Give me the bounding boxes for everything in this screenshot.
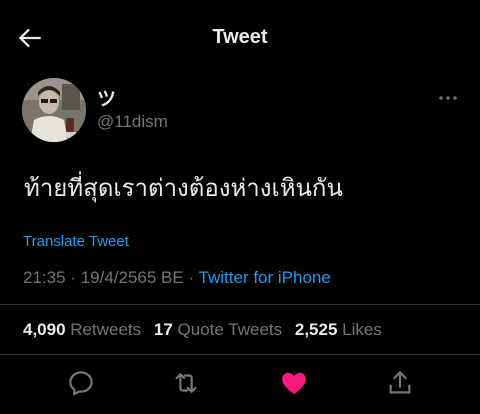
quote-tweets-stat[interactable]: 17 Quote Tweets [154,320,282,339]
share-icon [389,371,411,394]
divider [0,304,480,305]
more-dots-icon [439,96,457,100]
tweet-text: ท้ายที่สุดเราต่างต้องห่างเหินกัน [24,174,343,202]
display-name[interactable]: ツ [97,84,116,111]
meta-separator: · [70,268,76,287]
meta-separator: · [188,268,195,287]
divider [0,354,480,355]
tweet-detail-page: Tweet ツ @11dism ท้ายที่สุดเราต่างต้องห่า… [0,0,480,414]
like-button[interactable] [279,368,309,398]
tweet-source-link[interactable]: Twitter for iPhone [199,268,331,287]
tweet-meta: 21:35 · 19/4/2565 BE · Twitter for iPhon… [23,268,331,288]
tweet-stats: 4,090 Retweets 17 Quote Tweets 2,525 Lik… [23,320,390,340]
quote-tweets-label: Quote Tweets [177,320,283,339]
tweet-time: 21:35 [23,268,66,287]
retweets-stat[interactable]: 4,090 Retweets [23,320,141,339]
retweets-count: 4,090 [23,320,66,339]
heart-icon [282,372,306,395]
avatar-image [22,78,86,142]
header: Tweet [0,0,480,76]
reply-icon [69,371,93,396]
likes-label: Likes [342,320,382,339]
reply-button[interactable] [66,368,96,398]
page-title: Tweet [212,26,268,48]
likes-stat[interactable]: 2,525 Likes [295,320,382,339]
user-handle[interactable]: @11dism [97,112,168,132]
share-button[interactable] [385,368,415,398]
retweets-label: Retweets [70,320,142,339]
retweet-button[interactable] [171,368,201,398]
quote-tweets-count: 17 [153,320,173,339]
tweet-date: 19/4/2565 BE [80,268,184,287]
translate-tweet-link[interactable]: Translate Tweet [23,233,129,250]
retweet-icon [175,373,197,393]
avatar[interactable] [22,78,86,142]
likes-count: 2,525 [294,320,338,339]
more-options-button[interactable] [438,88,458,108]
